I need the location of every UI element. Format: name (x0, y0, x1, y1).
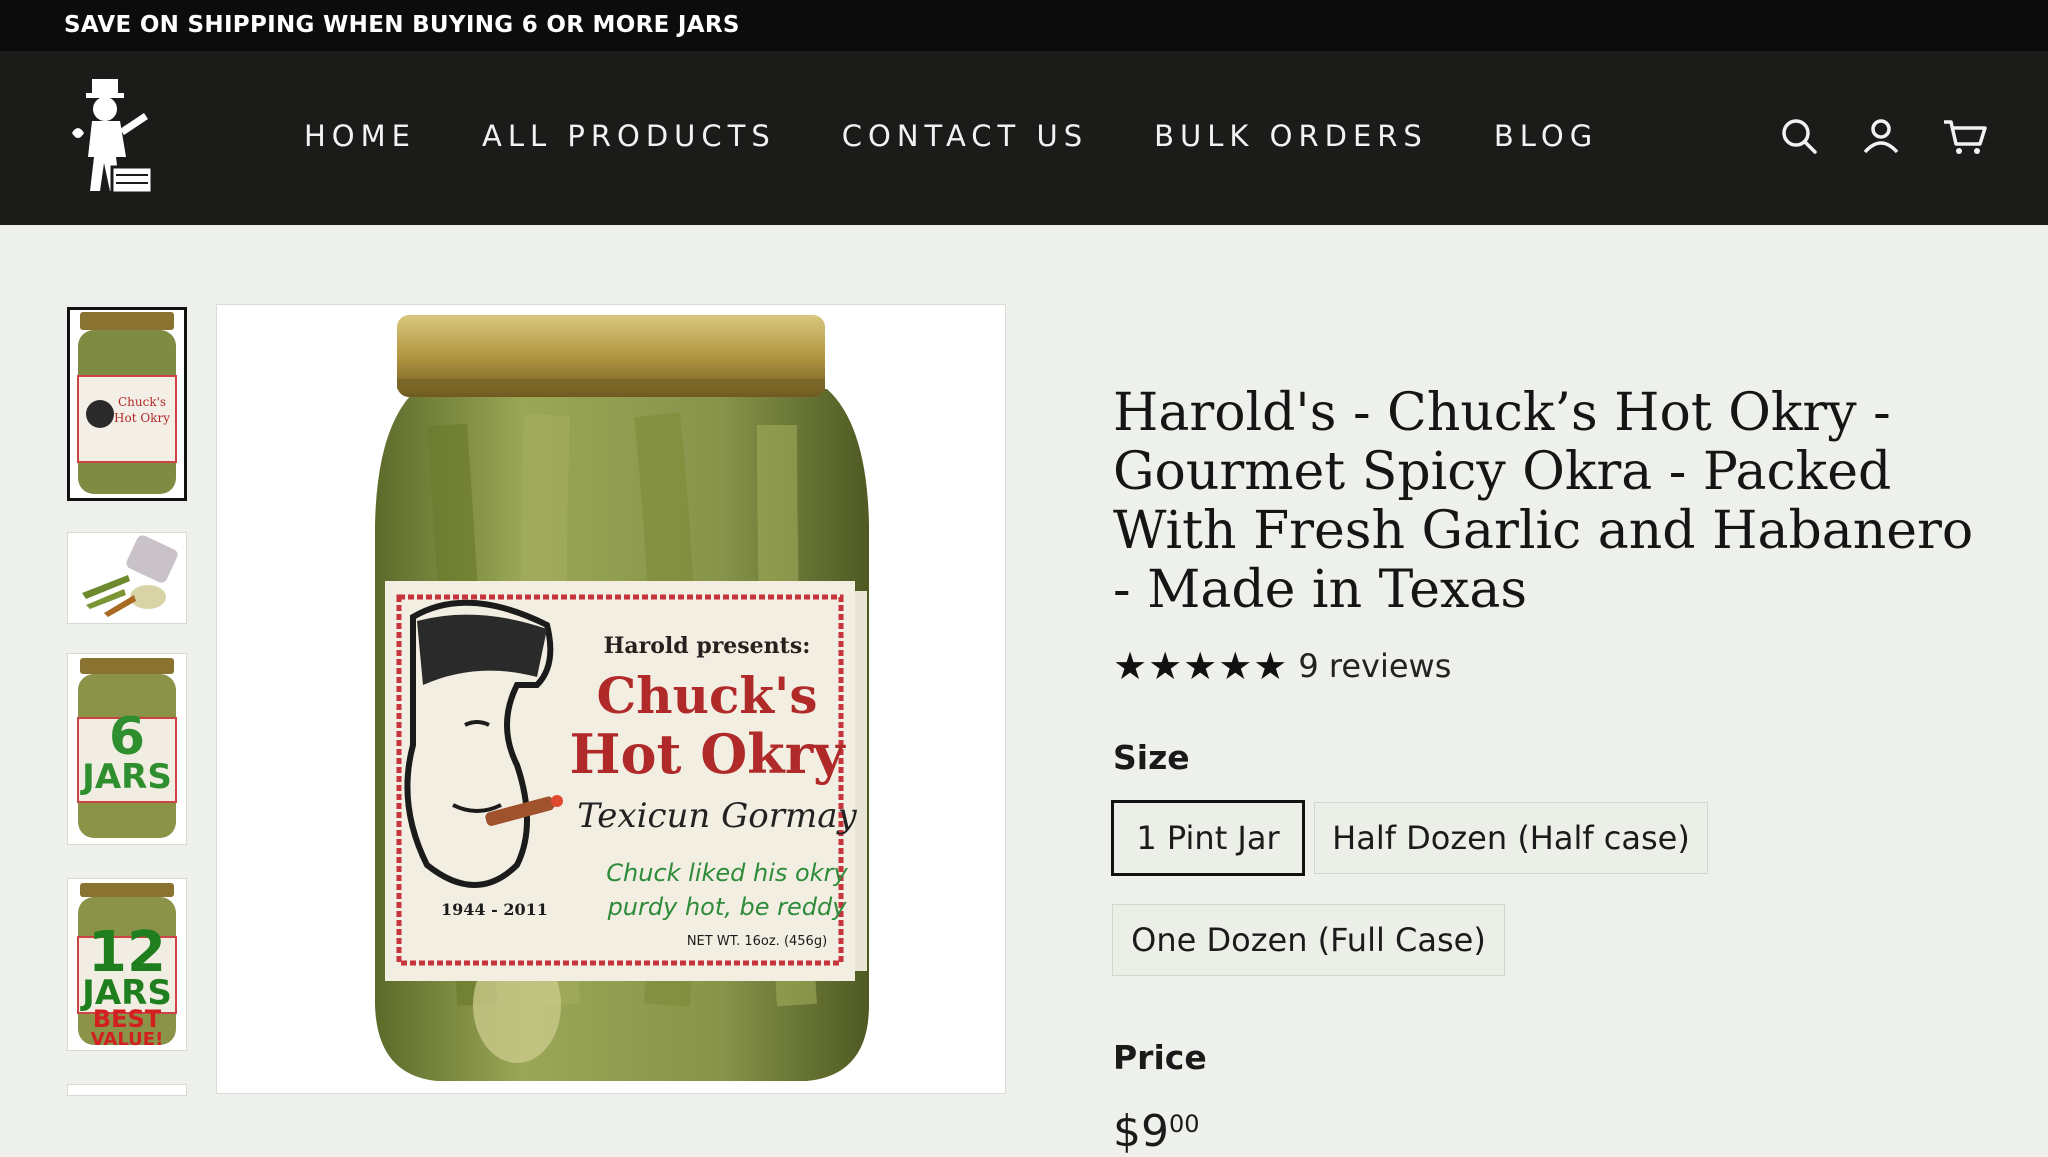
jar-years-text: 1944 - 2011 (441, 900, 548, 919)
jar-presents-text: Harold presents: (604, 633, 811, 659)
spilled-jar-thumbnail-image (68, 533, 186, 623)
nav-all-products[interactable]: ALL PRODUCTS (482, 119, 776, 153)
okra-jar-image: Harold presents: Chuck's Hot Okry Texicu… (375, 315, 869, 1081)
thumbnail-3[interactable]: 6 JARS (67, 653, 187, 845)
jar-script-text: Texicun Gormay (577, 796, 857, 836)
cart-icon[interactable] (1942, 116, 1988, 156)
account-icon[interactable] (1861, 116, 1901, 156)
logo-icon (72, 79, 154, 195)
product-rating[interactable]: ★★★★★ 9 reviews (1113, 644, 1451, 688)
size-label: Size (1113, 738, 1190, 777)
size-option-one-dozen[interactable]: One Dozen (Full Case) (1112, 904, 1505, 976)
review-count[interactable]: 9 reviews (1298, 647, 1451, 685)
thumbnail-1[interactable]: Chuck's Hot Okry (67, 307, 187, 501)
rating-stars-icon: ★★★★★ (1113, 644, 1289, 688)
thumbnail-5[interactable] (67, 1084, 187, 1096)
nav-blog[interactable]: BLOG (1494, 119, 1598, 153)
thumb-12-value-text: VALUE! (91, 1029, 164, 1050)
nav-home[interactable]: HOME (304, 119, 416, 153)
main-nav: HOME ALL PRODUCTS CONTACT US BULK ORDERS… (304, 119, 1664, 153)
thumbnail-4[interactable]: 12 JARS BEST VALUE! (67, 878, 187, 1051)
product-price: $900 (1113, 1106, 1200, 1157)
jar-note-line1: Chuck liked his okry (606, 859, 848, 887)
main-product-image[interactable]: Harold presents: Chuck's Hot Okry Texicu… (216, 304, 1006, 1094)
svg-text:Chuck's: Chuck's (118, 395, 166, 409)
thumb-6-jars-text: JARS (80, 757, 172, 797)
nav-contact-us[interactable]: CONTACT US (842, 119, 1088, 153)
announcement-bar: SAVE ON SHIPPING WHEN BUYING 6 OR MORE J… (0, 0, 2048, 51)
product-title: Harold's - Chuck’s Hot Okry - Gourmet Sp… (1113, 383, 1974, 620)
logo[interactable] (64, 73, 156, 201)
jar-thumbnail-image: Chuck's Hot Okry (77, 312, 177, 494)
twelve-jars-thumbnail-image: 12 JARS BEST VALUE! (77, 883, 177, 1050)
size-option-1-pint[interactable]: 1 Pint Jar (1111, 800, 1305, 876)
price-label: Price (1113, 1038, 1207, 1077)
svg-text:Hot Okry: Hot Okry (114, 411, 170, 425)
jar-note-line2: purdy hot, be reddy (607, 893, 848, 921)
jar-weight-text: NET WT. 16oz. (456g) (687, 934, 827, 949)
site-header: HOME ALL PRODUCTS CONTACT US BULK ORDERS… (0, 51, 2048, 225)
price-cents: 00 (1169, 1110, 1200, 1138)
announcement-text: SAVE ON SHIPPING WHEN BUYING 6 OR MORE J… (64, 12, 740, 38)
price-whole: $9 (1113, 1106, 1169, 1157)
thumbnail-2[interactable] (67, 532, 187, 624)
size-option-half-dozen[interactable]: Half Dozen (Half case) (1314, 802, 1708, 874)
nav-bulk-orders[interactable]: BULK ORDERS (1154, 119, 1428, 153)
search-icon[interactable] (1779, 116, 1819, 156)
jar-brand-line1: Chuck's (596, 666, 817, 725)
jar-brand-line2: Hot Okry (569, 722, 846, 786)
six-jars-thumbnail-image: 6 JARS (77, 658, 177, 838)
